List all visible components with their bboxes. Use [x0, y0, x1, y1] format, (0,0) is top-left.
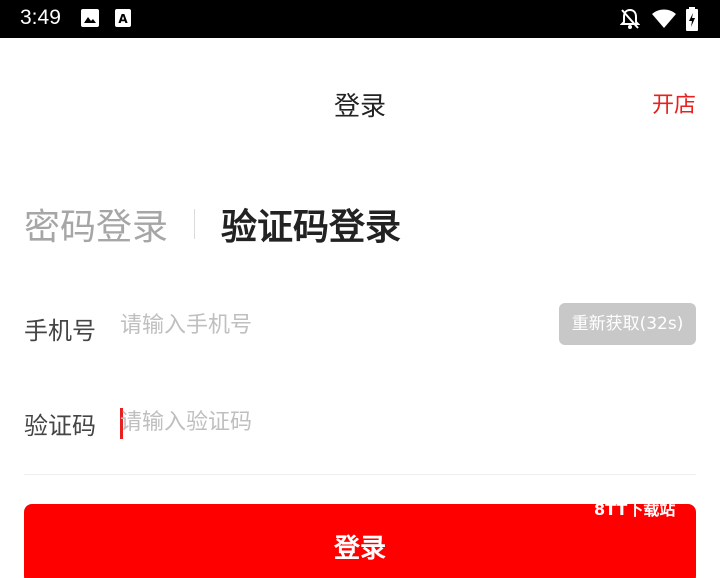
a-font-icon: A — [115, 9, 131, 27]
code-row: 验证码 — [24, 400, 696, 444]
page-title: 登录 — [333, 92, 386, 122]
battery-icon — [686, 7, 698, 31]
tab-divider — [194, 209, 196, 239]
form-divider — [24, 474, 696, 475]
status-time: 3:49 — [20, 6, 61, 29]
phone-row: 手机号 重新获取(32s) — [24, 303, 696, 347]
wifi-icon — [652, 9, 676, 29]
tab-password-login[interactable]: 密码登录 — [24, 198, 168, 250]
open-store-link[interactable]: 开店 — [652, 87, 696, 119]
app-header: 登录 开店 — [0, 38, 720, 168]
notifications-off-icon — [620, 8, 640, 30]
login-button[interactable]: 登录 — [24, 504, 696, 578]
phone-label: 手机号 — [24, 317, 96, 345]
image-icon — [81, 9, 99, 27]
resend-code-button[interactable]: 重新获取(32s) — [559, 303, 696, 345]
code-label: 验证码 — [24, 412, 96, 440]
tab-code-login[interactable]: 验证码登录 — [221, 198, 401, 250]
code-input[interactable] — [120, 406, 680, 438]
login-tabs: 密码登录 验证码登录 — [24, 198, 401, 250]
status-bar: 3:49 A — [0, 0, 720, 38]
svg-text:A: A — [118, 12, 128, 26]
phone-input[interactable] — [120, 309, 540, 341]
